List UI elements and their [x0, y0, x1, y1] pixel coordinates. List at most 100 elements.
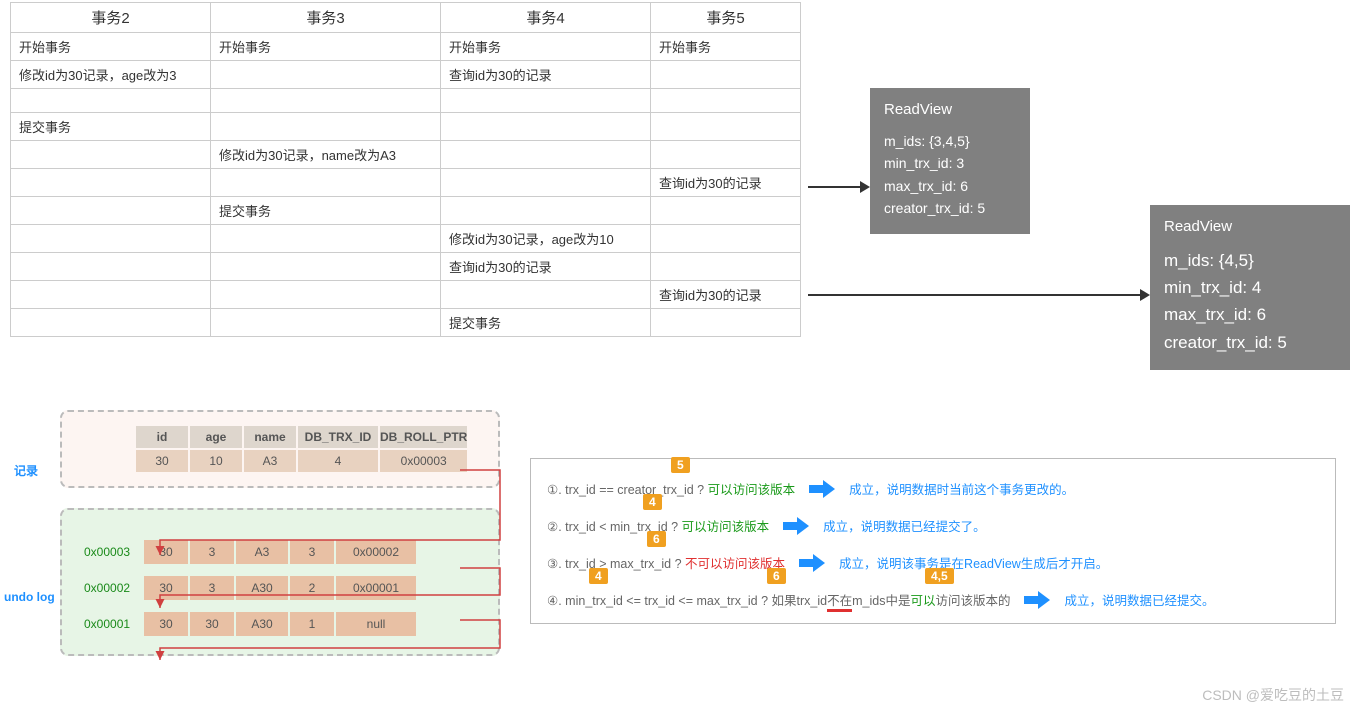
readview1-creator: creator_trx_id: 5: [884, 197, 1016, 219]
undo-cell: 2: [290, 576, 334, 600]
rc-trx: 4: [298, 450, 378, 472]
readview2-min: min_trx_id: 4: [1164, 274, 1336, 301]
undo-cell: 3: [290, 540, 334, 564]
arrow-to-readview2: [808, 294, 1140, 296]
readview2-mids: m_ids: {4,5}: [1164, 247, 1336, 274]
table-cell: 查询id为30的记录: [441, 253, 651, 281]
readview-box-2: ReadView m_ids: {4,5} min_trx_id: 4 max_…: [1150, 205, 1350, 370]
badge-4b: 4: [589, 568, 608, 584]
undo-cell: A30: [236, 612, 288, 636]
table-cell: 开始事务: [441, 33, 651, 61]
table-cell: 提交事务: [11, 113, 211, 141]
table-cell: 提交事务: [211, 197, 441, 225]
rule3-explain: 成立，说明该事务是在ReadView生成后才开启。: [839, 553, 1108, 572]
table-cell: [211, 225, 441, 253]
table-cell: [11, 141, 211, 169]
undo-cell: 3: [190, 540, 234, 564]
arrow-icon: [809, 480, 835, 498]
table-cell: [211, 113, 441, 141]
table-cell: 开始事务: [11, 33, 211, 61]
record-undo-area: 记录 id age name DB_TRX_ID DB_ROLL_PTR 30 …: [60, 410, 500, 656]
table-cell: [651, 197, 801, 225]
watermark: CSDN @爱吃豆的土豆: [1202, 685, 1344, 705]
table-cell: [11, 309, 211, 337]
table-cell: [441, 113, 651, 141]
rh-ptr: DB_ROLL_PTR: [380, 426, 467, 448]
rules-box: 5 ①. trx_id == creator_trx_id ? 可以访问该版本 …: [530, 458, 1336, 624]
readview-box-1: ReadView m_ids: {3,4,5} min_trx_id: 3 ma…: [870, 88, 1030, 234]
undo-cell: 30: [190, 612, 234, 636]
badge-6: 6: [647, 531, 666, 547]
undo-address: 0x00003: [84, 545, 142, 559]
readview1-mids: m_ids: {3,4,5}: [884, 130, 1016, 152]
arrow-icon: [799, 554, 825, 572]
table-cell: [441, 197, 651, 225]
readview2-title: ReadView: [1164, 215, 1336, 239]
table-cell: [441, 141, 651, 169]
table-cell: 查询id为30的记录: [651, 169, 801, 197]
table-cell: [211, 89, 441, 113]
badge-5: 5: [671, 457, 690, 473]
table-cell: [11, 281, 211, 309]
table-cell: [11, 253, 211, 281]
badge-6b: 6: [767, 568, 786, 584]
table-cell: [651, 61, 801, 89]
table-cell: [11, 169, 211, 197]
rule4-explain: 成立，说明数据已经提交。: [1064, 590, 1214, 609]
undo-label: undo log: [4, 590, 55, 604]
record-table: id age name DB_TRX_ID DB_ROLL_PTR 30 10 …: [134, 424, 469, 474]
table-cell: [651, 141, 801, 169]
table-cell: [211, 61, 441, 89]
undo-address: 0x00001: [84, 617, 142, 631]
rule2-explain: 成立，说明数据已经提交了。: [823, 516, 986, 535]
record-box: 记录 id age name DB_TRX_ID DB_ROLL_PTR 30 …: [60, 410, 500, 488]
table-cell: [651, 253, 801, 281]
table-cell: [211, 169, 441, 197]
rule-4: 4 6 4,5 ④. min_trx_id <= trx_id <= max_t…: [547, 590, 1319, 609]
readview1-min: min_trx_id: 3: [884, 152, 1016, 174]
table-cell: [211, 281, 441, 309]
table-cell: 查询id为30的记录: [441, 61, 651, 89]
table-cell: [441, 169, 651, 197]
undo-cell: 0x00002: [336, 540, 416, 564]
table-cell: 修改id为30记录，age改为3: [11, 61, 211, 89]
arrow-icon: [783, 517, 809, 535]
readview1-title: ReadView: [884, 98, 1016, 122]
rc-ptr: 0x00003: [380, 450, 467, 472]
record-label: 记录: [14, 462, 38, 479]
rule-1: 5 ①. trx_id == creator_trx_id ? 可以访问该版本 …: [547, 479, 1319, 498]
table-cell: [11, 197, 211, 225]
table-cell: [651, 113, 801, 141]
undo-cell: 30: [144, 612, 188, 636]
table-cell: [651, 89, 801, 113]
rc-age: 10: [190, 450, 242, 472]
table-cell: 开始事务: [211, 33, 441, 61]
rh-name: name: [244, 426, 296, 448]
table-cell: [211, 309, 441, 337]
arrow-to-readview1: [808, 186, 860, 188]
undo-address: 0x00002: [84, 581, 142, 595]
undo-cell: A30: [236, 576, 288, 600]
th-tx5: 事务5: [651, 3, 801, 33]
readview2-max: max_trx_id: 6: [1164, 301, 1336, 328]
undo-row: 0x000013030A301null: [84, 612, 486, 636]
table-cell: 修改id为30记录，age改为10: [441, 225, 651, 253]
table-cell: [651, 309, 801, 337]
table-cell: [441, 89, 651, 113]
rh-age: age: [190, 426, 242, 448]
badge-45: 4,5: [925, 568, 954, 584]
undo-log-box: undo log 0x00003303A330x000020x00002303A…: [60, 508, 500, 656]
table-cell: 开始事务: [651, 33, 801, 61]
table-cell: 查询id为30的记录: [651, 281, 801, 309]
undo-cell: 1: [290, 612, 334, 636]
readview1-max: max_trx_id: 6: [884, 175, 1016, 197]
rh-trx: DB_TRX_ID: [298, 426, 378, 448]
rh-id: id: [136, 426, 188, 448]
table-cell: 提交事务: [441, 309, 651, 337]
readview2-creator: creator_trx_id: 5: [1164, 329, 1336, 356]
th-tx2: 事务2: [11, 3, 211, 33]
undo-row: 0x00002303A3020x00001: [84, 576, 486, 600]
arrow-icon: [1024, 591, 1050, 609]
rule1-explain: 成立，说明数据时当前这个事务更改的。: [849, 479, 1074, 498]
table-cell: [211, 253, 441, 281]
